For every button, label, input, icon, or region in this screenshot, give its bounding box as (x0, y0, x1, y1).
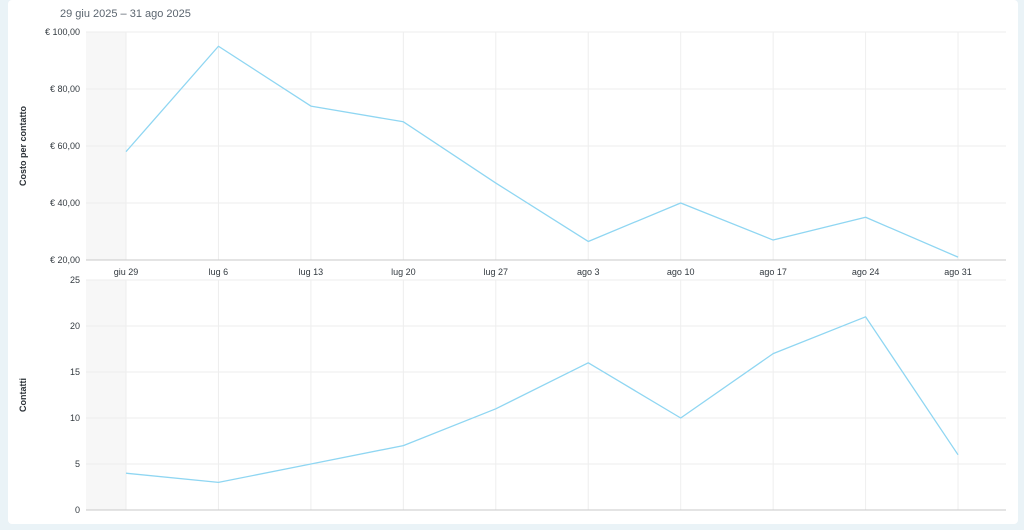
series-line (125, 316, 959, 484)
y-axis-title: Contatti (18, 378, 28, 412)
x-tick-label: lug 27 (484, 267, 509, 277)
y-tick-label: 5 (75, 459, 80, 469)
x-tick-label: lug 20 (391, 267, 416, 277)
y-tick-label: 0 (75, 505, 80, 515)
x-tick-label: ago 10 (667, 267, 695, 277)
left-shade-band (86, 280, 126, 510)
y-tick-label: € 100,00 (45, 27, 80, 37)
y-tick-label: € 80,00 (50, 84, 80, 94)
x-tick-label: lug 6 (209, 267, 229, 277)
charts-svg: € 20,00 € 40,00 € 60,00 € 80,00 € 100,00 giu … (18, 27, 1006, 515)
y-tick-label: 10 (70, 413, 80, 423)
chart-card: 29 giu 2025 – 31 ago 2025 € 20,00 € 40,00… (8, 0, 1018, 524)
x-tick-label: ago 31 (944, 267, 972, 277)
x-tick-label: lug 13 (299, 267, 324, 277)
y-tick-label: € 20,00 (50, 255, 80, 265)
x-tick-label: giu 29 (114, 267, 139, 277)
x-tick-label: ago 3 (577, 267, 600, 277)
chart-panel-1: € 20,00 € 40,00 € 60,00 € 80,00 € 100,00 giu … (18, 27, 1006, 277)
y-tick-label: € 40,00 (50, 198, 80, 208)
chart-panel-2: 0 5 10 15 20 25 Contatti (18, 275, 1006, 515)
y-tick-label: 20 (70, 321, 80, 331)
series-line (125, 45, 959, 258)
y-axis-title: Costo per contatto (18, 105, 28, 186)
y-tick-label: 15 (70, 367, 80, 377)
x-tick-label: ago 24 (852, 267, 880, 277)
x-tick-label: ago 17 (759, 267, 787, 277)
y-tick-label: € 60,00 (50, 141, 80, 151)
y-tick-label: 25 (70, 275, 80, 285)
